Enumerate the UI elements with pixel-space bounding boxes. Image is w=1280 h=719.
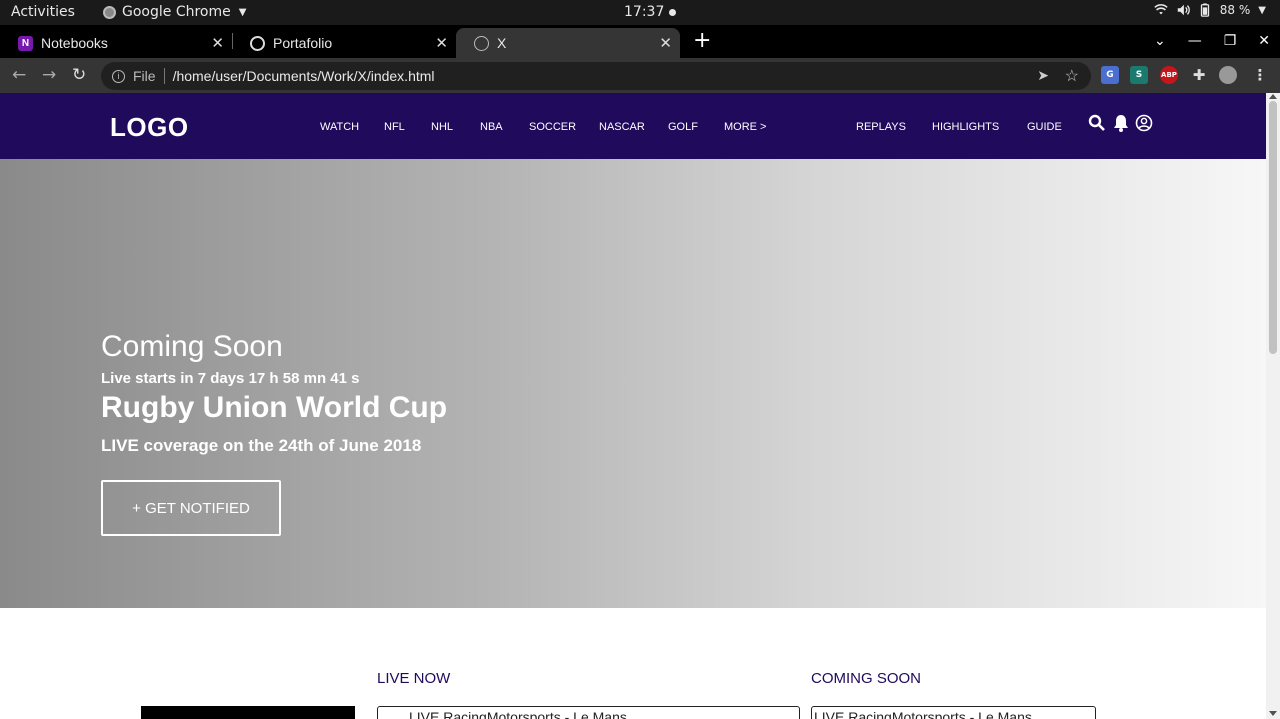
tab-title: Portafolio: [273, 35, 333, 51]
tab-title: Notebooks: [41, 35, 108, 51]
web-page: LOGO WATCH NFL NHL NBA SOCCER NASCAR GOL…: [0, 93, 1266, 719]
app-menu-label: Google Chrome: [122, 4, 231, 20]
close-window-icon[interactable]: ✕: [1258, 33, 1270, 49]
nav-link-guide[interactable]: GUIDE: [1027, 121, 1062, 133]
nav-link-golf[interactable]: GOLF: [668, 121, 698, 133]
reload-icon[interactable]: ↻: [72, 65, 86, 85]
minimize-icon[interactable]: —: [1188, 33, 1202, 49]
profile-avatar[interactable]: [1219, 66, 1237, 84]
volume-icon: [1177, 4, 1190, 16]
globe-icon: [474, 35, 489, 51]
nav-link-more[interactable]: MORE >: [724, 121, 766, 133]
close-tab-icon[interactable]: ✕: [659, 34, 672, 52]
system-tray[interactable]: 88 % ▼: [1154, 3, 1266, 17]
globe-icon: [250, 35, 265, 51]
hero-status: Coming Soon: [101, 330, 283, 363]
app-menu[interactable]: Google Chrome ▼: [103, 4, 246, 20]
caret-down-icon: ▼: [1258, 4, 1266, 16]
url-text[interactable]: /home/user/Documents/Work/X/index.html: [173, 68, 435, 84]
tab-portafolio[interactable]: Portafolio ✕: [232, 28, 456, 58]
window-controls: ⌄ — ❐ ✕: [1154, 33, 1270, 49]
info-icon[interactable]: i: [112, 69, 125, 83]
hero-event-title: Rugby Union World Cup: [101, 391, 448, 424]
tab-notebooks[interactable]: N Notebooks ✕: [0, 28, 232, 58]
send-to-device-icon[interactable]: ➤: [1037, 67, 1049, 84]
close-tab-icon[interactable]: ✕: [435, 34, 448, 52]
hero-coverage: LIVE coverage on the 24th of June 2018: [101, 436, 422, 455]
search-icon[interactable]: [1088, 114, 1106, 132]
translate-extension-icon[interactable]: G: [1101, 66, 1119, 84]
nav-link-nba[interactable]: NBA: [480, 121, 503, 133]
puzzle-extensions-icon[interactable]: ✚: [1190, 66, 1208, 84]
tab-strip: N Notebooks ✕ Portafolio ✕ X ✕: [0, 25, 1280, 58]
address-divider: [163, 68, 165, 84]
battery-icon: [1200, 3, 1209, 17]
tab-x-active[interactable]: X ✕: [456, 28, 680, 58]
coming-soon-item[interactable]: LIVE RacingMotorsports - Le Mans: [811, 706, 1096, 719]
hero-banner: Coming Soon Live starts in 7 days 17 h 5…: [0, 159, 1266, 608]
browser-toolbar: ← → ↻ i File /home/user/Documents/Work/X…: [0, 58, 1280, 93]
nav-link-nascar[interactable]: NASCAR: [599, 121, 645, 133]
nav-link-nfl[interactable]: NFL: [384, 121, 405, 133]
kebab-menu-icon[interactable]: ⋮: [1251, 66, 1269, 84]
live-now-item[interactable]: LIVE RacingMotorsports - Le Mans: [377, 706, 800, 719]
new-tab-button[interactable]: +: [693, 28, 711, 53]
address-bar[interactable]: i File /home/user/Documents/Work/X/index…: [101, 62, 1091, 90]
thumbnail-placeholder: [141, 706, 355, 719]
chrome-app-icon: [103, 5, 116, 19]
caret-down-icon: ▼: [238, 6, 247, 18]
tab-title: X: [497, 35, 507, 51]
scroll-up-arrow-icon[interactable]: [1269, 94, 1277, 99]
nav-link-soccer[interactable]: SOCCER: [529, 121, 576, 133]
os-top-bar: Activities Google Chrome ▼ 17:37 88 % ▼: [0, 0, 1280, 25]
live-now-heading: LIVE NOW: [377, 670, 451, 687]
back-arrow-icon[interactable]: ←: [12, 65, 26, 85]
adblock-plus-icon[interactable]: ABP: [1160, 66, 1178, 84]
hero-countdown: Live starts in 7 days 17 h 58 mn 41 s: [101, 370, 360, 387]
nav-link-replays[interactable]: REPLAYS: [856, 121, 906, 133]
site-navbar: LOGO WATCH NFL NHL NBA SOCCER NASCAR GOL…: [0, 93, 1266, 159]
nav-link-watch[interactable]: WATCH: [320, 121, 359, 133]
bookmark-star-icon[interactable]: ☆: [1065, 66, 1079, 86]
wifi-icon: [1154, 4, 1168, 15]
get-notified-button[interactable]: + GET NOTIFIED: [101, 480, 281, 536]
user-account-icon[interactable]: [1135, 114, 1153, 132]
site-logo[interactable]: LOGO: [110, 112, 189, 143]
tab-divider: [232, 33, 233, 49]
forward-arrow-icon[interactable]: →: [42, 65, 56, 85]
s-extension-icon[interactable]: S: [1130, 66, 1148, 84]
scrollbar-thumb[interactable]: [1269, 101, 1277, 354]
scroll-down-arrow-icon[interactable]: [1269, 711, 1277, 716]
notification-dot-icon: [669, 9, 676, 16]
bell-icon[interactable]: [1113, 114, 1129, 132]
clock[interactable]: 17:37: [624, 4, 664, 20]
tab-search-icon[interactable]: ⌄: [1154, 33, 1166, 49]
battery-percent: 88 %: [1219, 3, 1251, 17]
restore-icon[interactable]: ❐: [1224, 33, 1237, 49]
onenote-icon: N: [18, 35, 33, 51]
activities-button[interactable]: Activities: [11, 4, 75, 20]
nav-link-nhl[interactable]: NHL: [431, 121, 453, 133]
nav-link-highlights[interactable]: HIGHLIGHTS: [932, 121, 999, 133]
scheme-label: File: [133, 68, 156, 84]
coming-soon-heading: COMING SOON: [811, 670, 922, 687]
page-scrollbar[interactable]: [1266, 93, 1280, 719]
close-tab-icon[interactable]: ✕: [211, 34, 224, 52]
